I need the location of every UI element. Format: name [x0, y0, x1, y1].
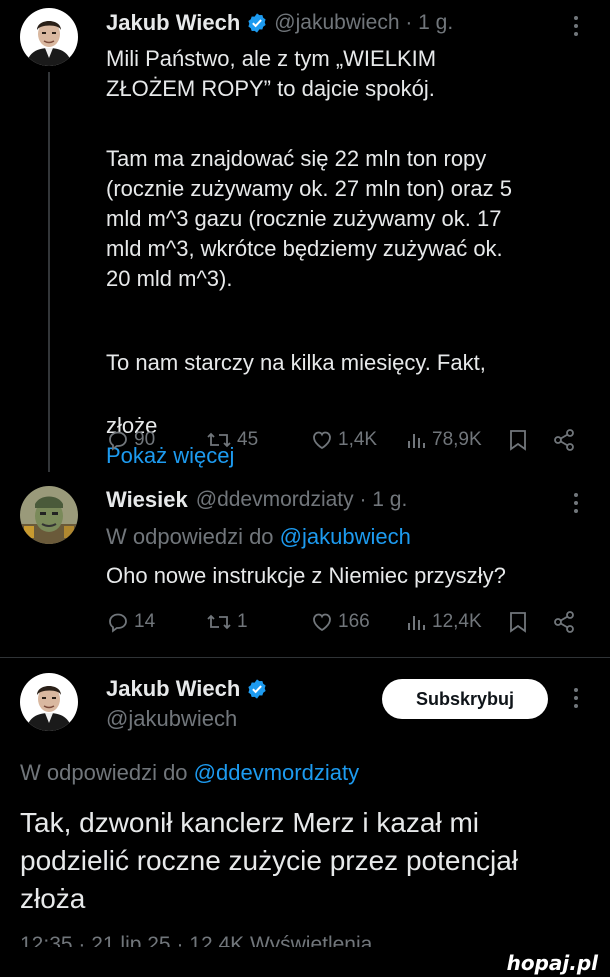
reply-count: 90 — [134, 429, 156, 450]
repost-button[interactable]: 1 — [205, 610, 248, 634]
tweet-2-header: Wiesiek @ddevmordziaty · 1 g. — [106, 487, 407, 513]
views-count: 12,4K — [432, 611, 482, 632]
author-name[interactable]: Jakub Wiech — [106, 10, 240, 36]
avatar-jakub-wiech[interactable] — [20, 8, 78, 66]
divider — [0, 657, 610, 658]
tweet-meta: 12:35 · 21 lip 25 · 12,4K Wyświetlenia — [20, 933, 372, 947]
reply-to-prefix: W odpowiedzi do — [106, 524, 274, 549]
views-button[interactable]: 12,4K — [406, 610, 482, 634]
views-icon — [408, 434, 425, 448]
bookmark-icon — [510, 430, 526, 451]
bookmark-button[interactable] — [507, 428, 529, 452]
bookmark-icon — [510, 612, 526, 633]
tweet-1-header: Jakub Wiech @jakubwiech · 1 g. — [106, 10, 453, 36]
tweet-1-text-p4-line: złoże Pokaż więcej — [106, 381, 234, 471]
like-icon — [313, 431, 331, 450]
tweet-3-header: Jakub Wiech — [106, 676, 268, 702]
tweet-2-text: Oho nowe instrukcje z Niemiec przyszły? — [106, 563, 506, 588]
share-icon — [554, 611, 574, 633]
share-button[interactable] — [552, 610, 576, 634]
avatar-jakub-wiech[interactable] — [20, 673, 78, 731]
reply-to-handle[interactable]: @ddevmordziaty — [194, 760, 359, 785]
reply-button[interactable]: 14 — [106, 610, 155, 634]
like-icon — [313, 613, 331, 632]
like-count: 1,4K — [338, 429, 378, 450]
more-icon[interactable] — [574, 493, 580, 513]
verified-badge-icon — [248, 679, 266, 699]
like-button[interactable]: 1,4K — [310, 428, 377, 452]
reply-icon — [109, 431, 127, 451]
verified-badge-icon — [248, 13, 266, 33]
bookmark-button[interactable] — [507, 610, 529, 634]
repost-count: 1 — [237, 611, 248, 632]
views-button[interactable]: 78,9K — [406, 428, 482, 452]
views-icon — [408, 616, 425, 630]
reply-to-prefix: W odpowiedzi do — [20, 760, 188, 785]
tweet-meta-text: 12:35 · 21 lip 25 · 12,4K Wyświetlenia — [20, 933, 373, 947]
more-icon[interactable] — [574, 688, 580, 708]
author-name[interactable]: Wiesiek — [106, 487, 188, 513]
thread-line — [48, 72, 50, 472]
share-icon — [554, 429, 574, 451]
reply-to-line: W odpowiedzi do @ddevmordziaty — [20, 758, 359, 788]
handle: @jakubwiech — [106, 706, 238, 731]
share-button[interactable] — [552, 428, 576, 452]
more-icon[interactable] — [574, 16, 580, 36]
author-name[interactable]: Jakub Wiech — [106, 676, 240, 702]
avatar-wiesiek[interactable] — [20, 486, 78, 544]
reply-count: 14 — [134, 611, 156, 632]
tweet-1-text-p2: Tam ma znajdować się 22 mln ton ropy (ro… — [106, 146, 512, 291]
repost-count: 45 — [237, 429, 259, 450]
views-count: 78,9K — [432, 429, 482, 450]
like-button[interactable]: 166 — [310, 610, 370, 634]
repost-icon — [207, 432, 231, 448]
tweet-1-text-p3: To nam starczy na kilka miesięcy. Fakt, — [106, 350, 486, 375]
handle-time: @jakubwiech · 1 g. — [274, 11, 454, 34]
reply-icon — [109, 613, 127, 633]
repost-icon — [207, 614, 231, 630]
tweet-3-text: Tak, dzwonił kanclerz Merz i kazał mi po… — [20, 807, 519, 914]
repost-button[interactable]: 45 — [205, 428, 258, 452]
handle-time: @ddevmordziaty · 1 g. — [195, 488, 408, 511]
watermark-logo: hopaj.pl — [506, 951, 598, 975]
reply-to-line: W odpowiedzi do @jakubwiech — [106, 522, 411, 552]
watermark-bar: hopaj.pl — [0, 947, 610, 977]
subscribe-button[interactable]: Subskrybuj — [382, 679, 548, 719]
reply-to-handle[interactable]: @jakubwiech — [280, 524, 411, 549]
reply-button[interactable]: 90 — [106, 428, 155, 452]
tweet-1-text-p1: Mili Państwo, ale z tym „WIELKIM ZŁOŻEM … — [106, 46, 437, 101]
like-count: 166 — [338, 611, 370, 632]
